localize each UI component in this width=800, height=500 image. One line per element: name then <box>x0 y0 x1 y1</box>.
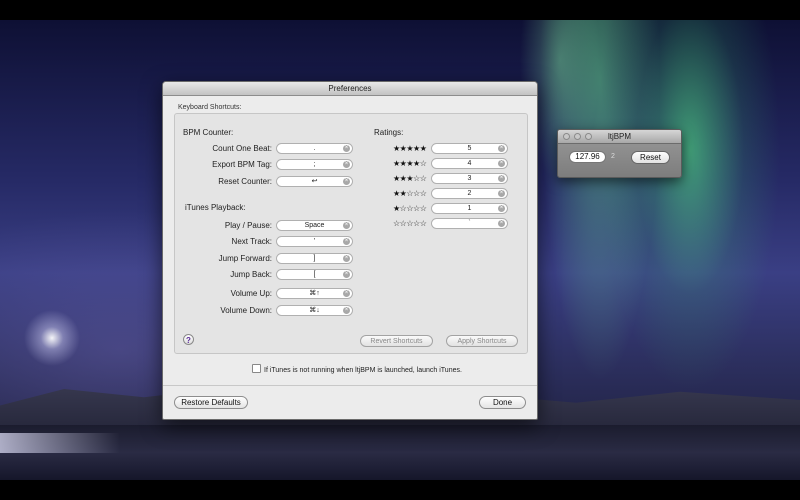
launch-itunes-label: If iTunes is not running when ltjBPM is … <box>264 367 462 374</box>
clear-icon[interactable]: × <box>498 220 505 227</box>
reset-counter-row: Reset Counter: <box>175 176 272 188</box>
stars-4-icon: ★★★★☆ <box>393 159 427 168</box>
beat-count: 2 <box>611 153 615 160</box>
itunes-playback-heading: iTunes Playback: <box>185 203 246 212</box>
bpm-counter-heading: BPM Counter: <box>183 128 234 137</box>
rating-5-value: 5 <box>467 145 472 152</box>
jump-back-row: Jump Back: <box>175 269 272 281</box>
clear-icon[interactable]: × <box>343 161 350 168</box>
water-glint <box>0 433 120 453</box>
export-bpm-row: Export BPM Tag: <box>175 159 272 171</box>
clear-icon[interactable]: × <box>343 238 350 245</box>
footer-separator <box>163 385 537 386</box>
jump-forward-row: Jump Forward: <box>175 253 272 265</box>
clear-icon[interactable]: × <box>343 145 350 152</box>
play-pause-label: Play / Pause: <box>224 221 272 230</box>
stars-3-icon: ★★★☆☆ <box>393 174 427 183</box>
export-bpm-value: ; <box>313 161 316 168</box>
help-icon[interactable]: ? <box>183 334 194 345</box>
clear-icon[interactable]: × <box>498 145 505 152</box>
volume-up-field[interactable]: ⌘↑ × <box>276 288 353 299</box>
play-pause-value: Space <box>304 222 325 229</box>
count-beat-value: . <box>313 145 316 152</box>
play-pause-field[interactable]: Space × <box>276 220 353 231</box>
volume-up-label: Volume Up: <box>230 289 272 298</box>
play-pause-row: Play / Pause: <box>175 220 272 232</box>
next-track-label: Next Track: <box>231 237 272 246</box>
ratings-heading: Ratings: <box>374 128 404 137</box>
restore-defaults-button[interactable]: Restore Defaults <box>174 396 248 409</box>
bpm-value-display: 127.96 <box>569 151 606 163</box>
volume-down-value: ⌘↓ <box>309 307 320 314</box>
zoom-window-icon[interactable] <box>585 133 592 140</box>
volume-up-value: ⌘↑ <box>309 290 320 297</box>
clear-icon[interactable]: × <box>498 160 505 167</box>
bpm-window-title: ltjBPM <box>607 132 632 141</box>
preferences-title[interactable]: Preferences <box>163 82 537 96</box>
rating-0-field[interactable]: ` × <box>431 218 508 229</box>
rating-4-value: 4 <box>467 160 472 167</box>
count-beat-row: Count One Beat: <box>175 143 272 155</box>
next-track-value: ' <box>313 238 316 245</box>
apply-shortcuts-button[interactable]: Apply Shortcuts <box>446 335 518 347</box>
rating-0-value: ` <box>468 220 471 227</box>
rating-5-field[interactable]: 5 × <box>431 143 508 154</box>
jump-back-field[interactable]: [× <box>276 269 353 280</box>
bpm-titlebar[interactable]: ltjBPM <box>558 130 681 144</box>
wallpaper-water <box>0 425 800 480</box>
stars-1-icon: ★☆☆☆☆ <box>393 204 427 213</box>
count-beat-label: Count One Beat: <box>212 144 272 153</box>
rating-2-field[interactable]: 2 × <box>431 188 508 199</box>
keyboard-shortcuts-group: BPM Counter: Count One Beat: . × Export B… <box>174 113 528 354</box>
export-bpm-label: Export BPM Tag: <box>212 160 272 169</box>
close-window-icon[interactable] <box>563 133 570 140</box>
clear-icon[interactable]: × <box>343 271 350 278</box>
rating-1-value: 1 <box>467 205 472 212</box>
stars-5-icon: ★★★★★ <box>393 144 427 153</box>
minimize-window-icon[interactable] <box>574 133 581 140</box>
clear-icon[interactable]: × <box>498 190 505 197</box>
jump-forward-field[interactable]: ] × <box>276 253 353 264</box>
preferences-window: Preferences Keyboard Shortcuts: BPM Coun… <box>162 81 538 420</box>
launch-itunes-option[interactable]: If iTunes is not running when ltjBPM is … <box>252 364 462 374</box>
clear-icon[interactable]: × <box>498 175 505 182</box>
launch-itunes-checkbox[interactable] <box>252 364 261 373</box>
rating-3-value: 3 <box>467 175 472 182</box>
volume-down-label: Volume Down: <box>220 306 272 315</box>
rating-3-field[interactable]: 3 × <box>431 173 508 184</box>
volume-up-row: Volume Up: <box>175 288 272 300</box>
next-track-field[interactable]: ' × <box>276 236 353 247</box>
volume-down-row: Volume Down: <box>175 305 272 317</box>
rating-4-field[interactable]: 4 × <box>431 158 508 169</box>
clear-icon[interactable]: × <box>343 290 350 297</box>
jump-back-value: [ <box>313 271 316 278</box>
clear-icon[interactable]: × <box>343 307 350 314</box>
clear-icon[interactable]: × <box>343 222 350 229</box>
rating-1-field[interactable]: 1 × <box>431 203 508 214</box>
rating-2-value: 2 <box>467 190 472 197</box>
keyboard-shortcuts-label: Keyboard Shortcuts: <box>178 104 242 111</box>
jump-forward-label: Jump Forward: <box>218 254 272 263</box>
export-bpm-field[interactable]: ; × <box>276 159 353 170</box>
revert-shortcuts-button[interactable]: Revert Shortcuts <box>360 335 433 347</box>
count-beat-field[interactable]: . × <box>276 143 353 154</box>
clear-icon[interactable]: × <box>343 178 350 185</box>
reset-counter-label: Reset Counter: <box>218 177 272 186</box>
bpm-reset-button[interactable]: Reset <box>631 151 670 164</box>
stars-2-icon: ★★☆☆☆ <box>393 189 427 198</box>
stars-0-icon: ☆☆☆☆☆ <box>393 219 427 228</box>
reset-counter-field[interactable]: ↩ × <box>276 176 353 187</box>
clear-icon[interactable]: × <box>343 255 350 262</box>
volume-down-field[interactable]: ⌘↓ × <box>276 305 353 316</box>
jump-back-label: Jump Back: <box>230 270 272 279</box>
done-button[interactable]: Done <box>479 396 526 409</box>
jump-forward-value: ] <box>313 255 316 262</box>
reset-counter-value: ↩ <box>311 178 318 185</box>
next-track-row: Next Track: <box>175 236 272 248</box>
clear-icon[interactable]: × <box>498 205 505 212</box>
bpm-window: ltjBPM 127.96 2 Reset <box>557 129 682 178</box>
